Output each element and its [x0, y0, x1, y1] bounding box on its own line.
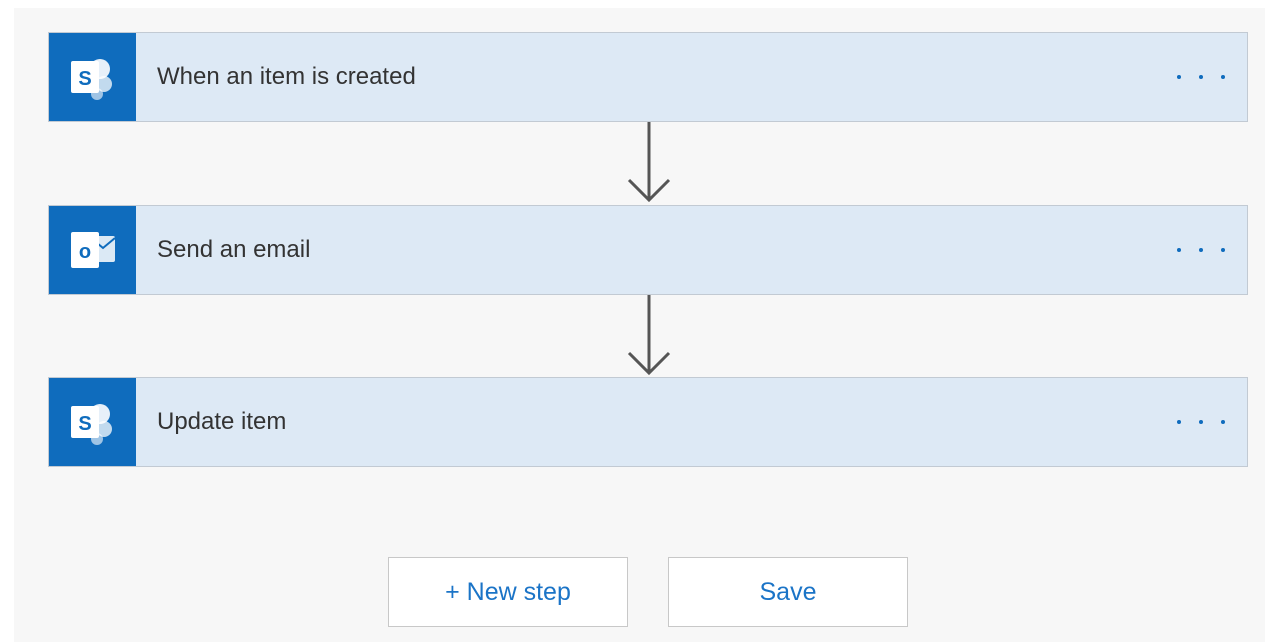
more-dot: [1221, 248, 1225, 252]
svg-text:o: o: [78, 241, 90, 263]
step-more-options-button[interactable]: [1177, 410, 1225, 434]
flow-step-trigger[interactable]: S When an item is created: [48, 32, 1248, 122]
step-title: Update item: [157, 408, 287, 435]
more-dot: [1199, 420, 1203, 424]
sharepoint-icon-graphic: S: [70, 59, 112, 100]
step-more-options-button[interactable]: [1177, 238, 1225, 262]
step-more-options-button[interactable]: [1177, 65, 1225, 89]
more-dot: [1199, 248, 1203, 252]
more-dot: [1177, 75, 1181, 79]
outlook-icon-graphic: o: [70, 232, 116, 268]
more-dot: [1221, 75, 1225, 79]
sharepoint-icon: S: [49, 378, 136, 466]
arrow-down-icon: [627, 122, 671, 203]
outlook-icon: o: [49, 206, 136, 294]
sharepoint-icon: S: [49, 33, 136, 121]
arrow-down-icon: [627, 295, 671, 376]
step-title: When an item is created: [157, 63, 416, 90]
svg-text:S: S: [78, 413, 91, 435]
step-title: Send an email: [157, 236, 311, 263]
more-dot: [1177, 248, 1181, 252]
new-step-button[interactable]: + New step: [388, 557, 628, 627]
more-dot: [1199, 75, 1203, 79]
more-dot: [1221, 420, 1225, 424]
save-button[interactable]: Save: [668, 557, 908, 627]
svg-text:S: S: [78, 68, 91, 90]
more-dot: [1177, 420, 1181, 424]
flow-step-update-item[interactable]: S Update item: [48, 377, 1248, 467]
sharepoint-icon-graphic: S: [70, 404, 112, 445]
flow-step-send-email[interactable]: o Send an email: [48, 205, 1248, 295]
